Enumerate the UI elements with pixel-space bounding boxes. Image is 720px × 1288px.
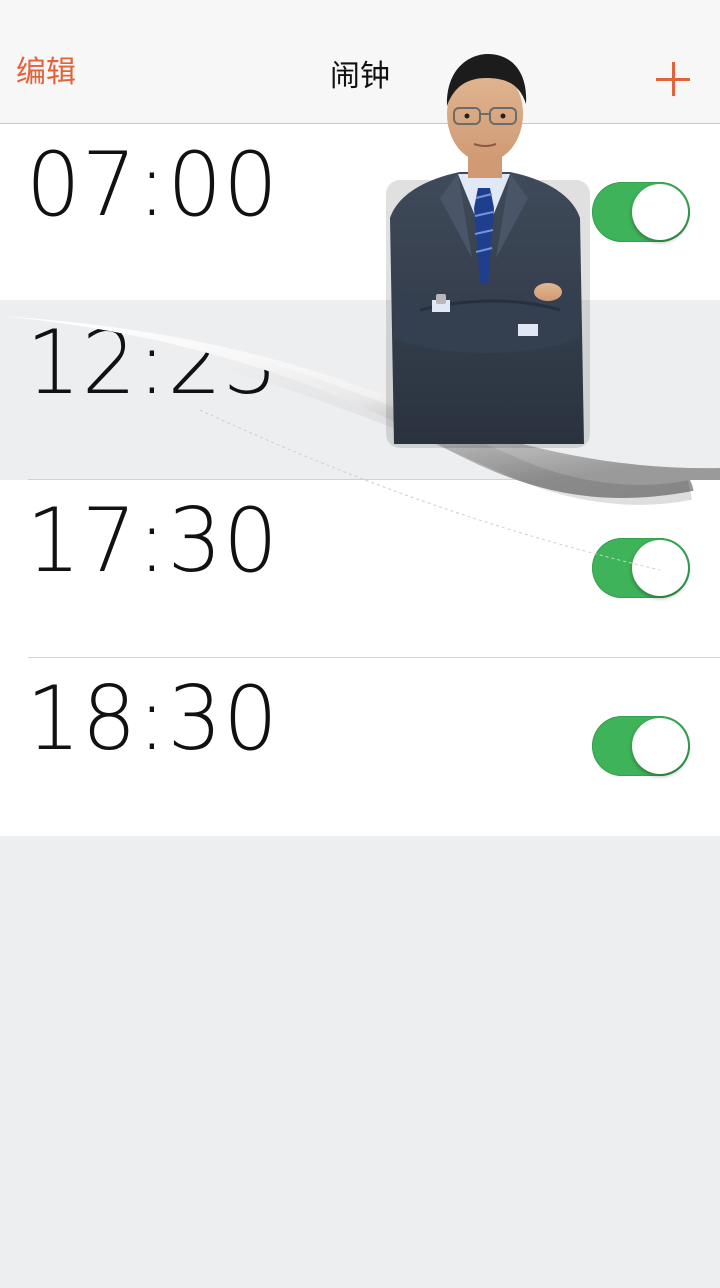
alarm-time: 18:30	[26, 667, 279, 771]
plus-icon[interactable]	[656, 62, 690, 96]
alarm-toggle[interactable]	[592, 716, 690, 776]
alarm-row[interactable]: 07:00	[0, 124, 720, 302]
person-photo	[386, 54, 590, 448]
alarm-row[interactable]: 17:30	[0, 480, 720, 658]
toggle-knob	[632, 184, 688, 240]
navigation-bar: 编辑 闹钟	[0, 0, 720, 124]
alarm-time: 12:23	[26, 311, 279, 415]
alarm-row[interactable]: 18:30	[0, 658, 720, 836]
page-title: 闹钟	[330, 59, 390, 94]
alarm-list: 07:00 12:23 17:30 18:30	[0, 124, 720, 836]
alarm-time: 17:30	[26, 489, 279, 593]
toggle-knob	[632, 540, 688, 596]
alarm-time: 07:00	[26, 133, 279, 237]
alarm-toggle[interactable]	[592, 182, 690, 242]
alarm-row[interactable]: 12:23	[0, 302, 720, 500]
alarm-toggle[interactable]	[592, 538, 690, 598]
toggle-knob	[632, 718, 688, 774]
